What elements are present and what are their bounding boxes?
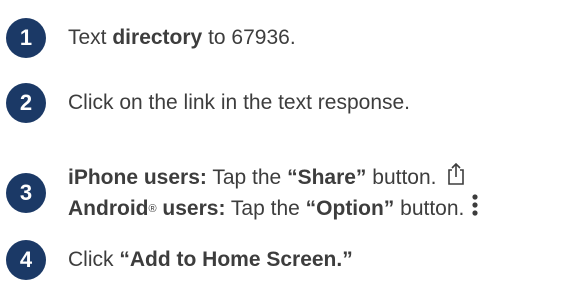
vertical-dots-icon [472, 194, 478, 224]
step-text: Text directory to 67936. [68, 26, 296, 49]
step-number-badge: 2 [6, 83, 46, 123]
step-2: 2 Click on the link in the text response… [6, 83, 410, 123]
share-icon [447, 162, 465, 194]
step-text: iPhone users: Tap the “Share” button. An… [68, 162, 478, 224]
step-1: 1 Text directory to 67936. [6, 18, 296, 58]
keyword: directory [112, 26, 203, 49]
step-text: Click “Add to Home Screen.” [68, 248, 353, 271]
step-3: 3 iPhone users: Tap the “Share” button. … [6, 162, 478, 224]
step-number-badge: 3 [6, 173, 46, 213]
step-4: 4 Click “Add to Home Screen.” [6, 240, 353, 280]
android-instruction: Android ® users: Tap the “Option” button. [68, 194, 478, 224]
iphone-instruction: iPhone users: Tap the “Share” button. [68, 162, 478, 194]
step-text: Click on the link in the text response. [68, 91, 411, 114]
keyword: “Add to Home Screen.” [119, 248, 353, 271]
step-number-badge: 4 [6, 240, 46, 280]
step-number-badge: 1 [6, 18, 46, 58]
